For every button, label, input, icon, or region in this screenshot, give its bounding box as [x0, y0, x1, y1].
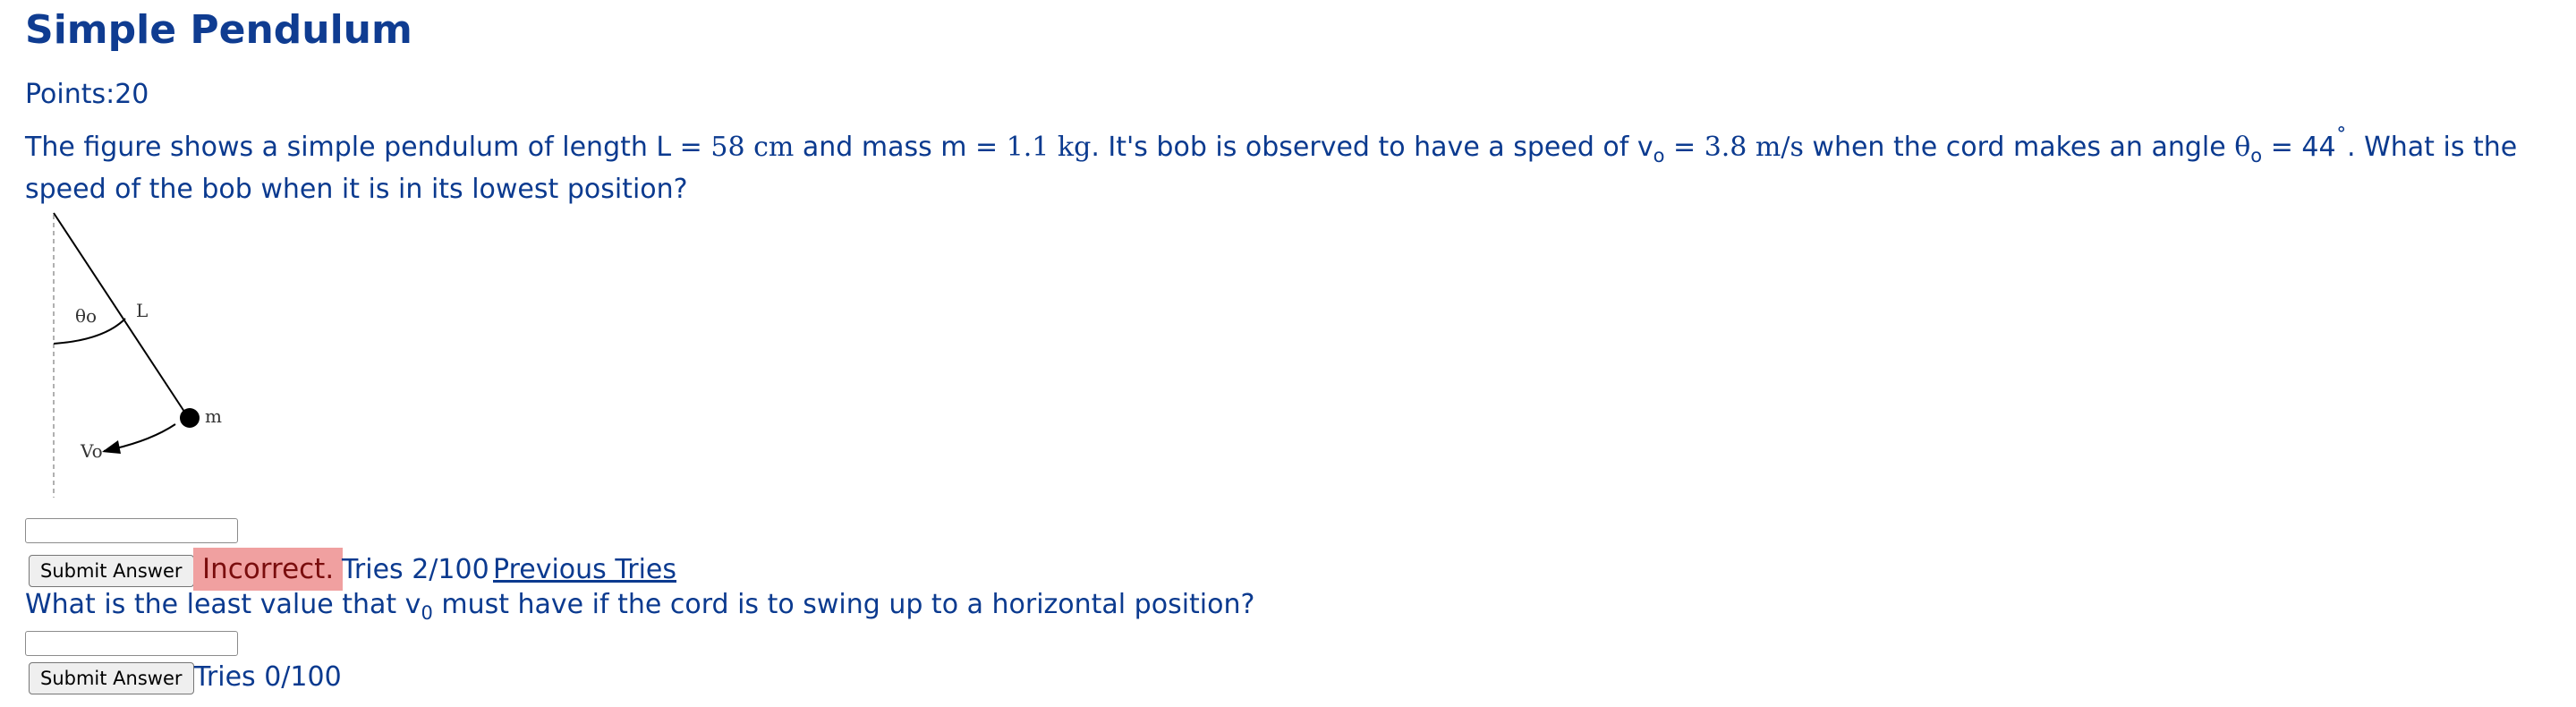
submit-answer-button-1[interactable]: Submit Answer: [29, 555, 194, 587]
problem-text: The figure shows a simple pendulum of le…: [25, 132, 711, 163]
answer-input-2[interactable]: [25, 631, 238, 656]
pendulum-bob: [180, 408, 200, 428]
problem-text: and mass m =: [794, 132, 1007, 163]
question-2: What is the least value that v0 must hav…: [25, 589, 1254, 624]
problem-statement: The figure shows a simple pendulum of le…: [25, 122, 2557, 206]
problem-text: . It's bob is observed to have a speed o…: [1091, 132, 1654, 163]
velocity-subscript-2: 0: [421, 602, 433, 624]
theta-label: θo: [75, 305, 97, 327]
question-2-text: What is the least value that v: [25, 589, 421, 620]
points-label: Points:20: [25, 79, 149, 110]
velocity-arrowhead: [102, 440, 121, 454]
incorrect-status-badge: Incorrect.: [193, 548, 344, 591]
previous-tries-link[interactable]: Previous Tries: [493, 554, 676, 585]
pendulum-figure: θo L m Vo: [53, 212, 222, 498]
theta-symbol: θ: [2234, 132, 2251, 163]
mass-value: 1.1 kg: [1006, 132, 1092, 163]
problem-text: when the cord makes an angle: [1803, 132, 2235, 163]
velocity-label: Vo: [80, 440, 103, 462]
page-title: Simple Pendulum: [25, 7, 412, 53]
tries-counter-2: Tries 0/100: [194, 661, 342, 693]
length-value: 58 cm: [710, 132, 795, 163]
submit-answer-button-2[interactable]: Submit Answer: [29, 662, 194, 694]
problem-text: = 44: [2262, 132, 2336, 163]
degree-symbol: ˚: [2335, 125, 2348, 151]
pendulum-cord: [53, 212, 189, 418]
problem-text: =: [1664, 132, 1705, 163]
theta-subscript: o: [2250, 145, 2263, 166]
tries-counter-1: Tries 2/100: [342, 554, 489, 585]
mass-label: m: [205, 405, 222, 427]
speed-value: 3.8 m/s: [1704, 132, 1804, 163]
velocity-subscript: o: [1653, 145, 1665, 166]
answer-input-1[interactable]: [25, 518, 238, 543]
question-2-text: must have if the cord is to swing up to …: [432, 589, 1255, 620]
length-label: L: [136, 300, 148, 321]
